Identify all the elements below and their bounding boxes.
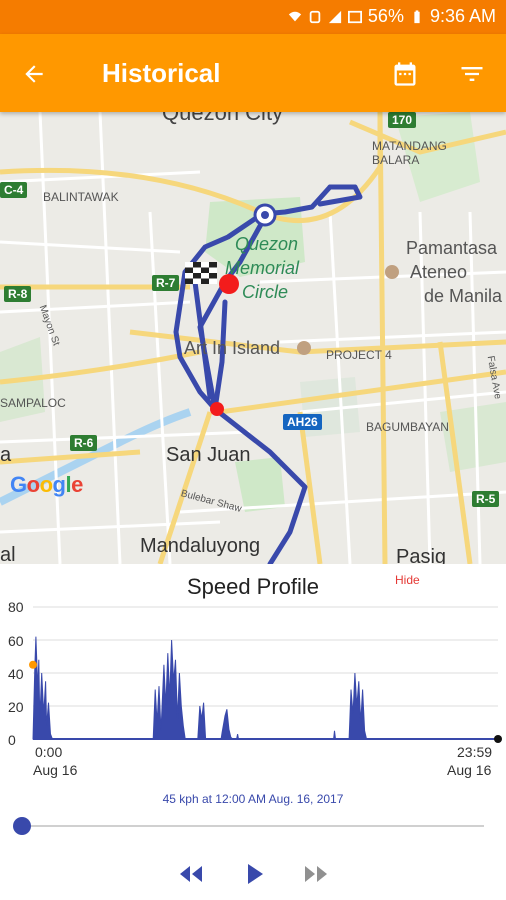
clock: 9:36 AM <box>429 6 496 26</box>
wifi-icon <box>288 11 302 21</box>
road-badge: 170 <box>388 112 417 128</box>
x-start-time: 0:00 <box>35 744 63 760</box>
speed-area-series <box>32 636 498 740</box>
status-icons: 56% 9:36 AM <box>288 6 496 27</box>
map-label: Circle <box>242 282 289 302</box>
map-label: San Juan <box>166 444 251 466</box>
x-end-date: Aug 16 <box>447 762 492 778</box>
back-button[interactable] <box>14 54 54 94</box>
speed-profile-panel: Speed Profile Hide 80 60 40 20 0 0:00 Au… <box>0 564 506 900</box>
x-end-time: 23:59 <box>457 744 493 760</box>
chart-gridlines <box>33 606 498 740</box>
image-icon <box>347 10 362 23</box>
rewind-icon <box>180 866 202 882</box>
poi-icon <box>385 265 399 279</box>
battery-percent: 56% <box>367 6 404 26</box>
map-label: Mandaluyong <box>140 535 261 557</box>
map-label: BALINTAWAK <box>43 190 119 204</box>
map-label: BALARA <box>372 153 420 167</box>
map-label: al <box>0 544 16 564</box>
start-marker <box>210 402 224 416</box>
notification-icon <box>309 10 321 23</box>
fast-forward-icon <box>305 866 327 882</box>
battery-icon <box>414 9 420 23</box>
map-label: MATANDANG <box>372 139 447 153</box>
filter-icon <box>461 67 483 81</box>
map-label: Pasig <box>396 546 447 564</box>
calendar-icon <box>394 62 416 86</box>
map-label: Ateneo <box>410 262 468 282</box>
map-label: Quezon City <box>162 112 284 125</box>
signal-icon <box>328 10 342 23</box>
filter-button[interactable] <box>452 54 492 94</box>
map-label: SAMPALOC <box>0 396 66 410</box>
back-arrow-icon <box>25 65 43 83</box>
page-title: Historical <box>102 58 221 88</box>
x-start-date: Aug 16 <box>33 762 78 778</box>
poi-icon <box>297 341 311 355</box>
status-bar: 56% 9:36 AM <box>0 0 506 34</box>
map-label: Quezon <box>235 234 299 254</box>
map-label: PROJECT 4 <box>326 348 392 362</box>
road-badge: R-6 <box>70 435 98 451</box>
map-label: a <box>0 444 12 466</box>
app-bar: Historical <box>0 34 506 112</box>
fast-forward-button[interactable] <box>296 854 336 894</box>
route-waypoint-marker <box>261 211 269 219</box>
speed-chart[interactable] <box>0 564 506 784</box>
play-icon <box>248 864 263 884</box>
map-label: BAGUMBAYAN <box>366 420 449 434</box>
map-view[interactable]: Quezon City MATANDANG BALARA BALINTAWAK … <box>0 112 506 564</box>
calendar-button[interactable] <box>385 54 425 94</box>
map-label: de Manila <box>424 286 503 306</box>
playback-controls <box>0 854 506 894</box>
play-button[interactable] <box>235 854 275 894</box>
end-marker <box>494 735 502 743</box>
road-badge: C-4 <box>0 182 28 198</box>
map-label: Pamantasa <box>406 238 498 258</box>
playback-slider-track[interactable] <box>22 825 484 827</box>
speed-status-text: 45 kph at 12:00 AM Aug. 16, 2017 <box>162 792 344 806</box>
rewind-button[interactable] <box>171 854 211 894</box>
road-badge: R-8 <box>4 286 32 302</box>
map-label: Memorial <box>225 258 300 278</box>
map-label: Art In Island <box>184 338 281 358</box>
road-badge: R-7 <box>152 275 180 291</box>
road-badge: AH26 <box>283 414 322 430</box>
playback-slider-thumb[interactable] <box>13 817 31 835</box>
road-badge: R-5 <box>472 491 500 507</box>
google-logo: Google <box>10 472 83 497</box>
current-speed-marker <box>29 660 37 669</box>
